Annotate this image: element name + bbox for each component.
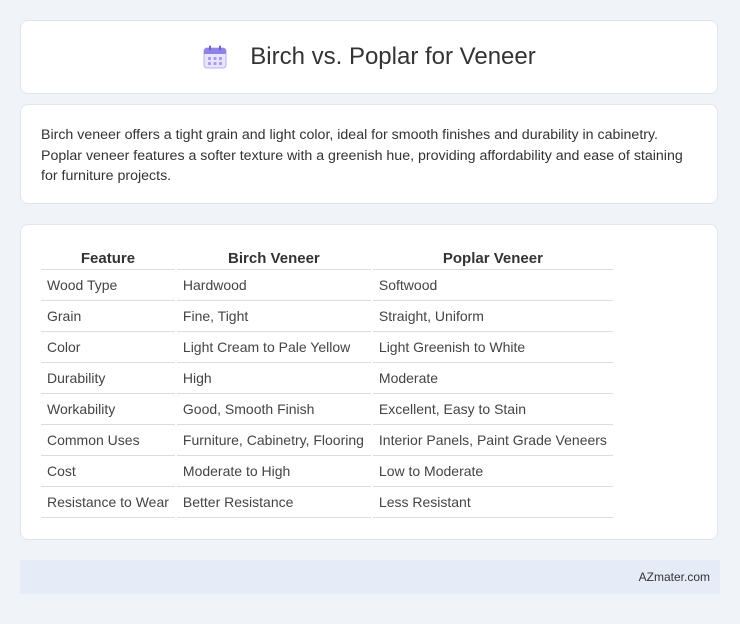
title-card: Birch vs. Poplar for Veneer bbox=[20, 20, 718, 94]
table-row: Durability High Moderate bbox=[41, 363, 613, 394]
summary-text: Birch veneer offers a tight grain and li… bbox=[41, 127, 683, 184]
poplar-cell: Less Resistant bbox=[372, 487, 613, 518]
column-header-birch: Birch Veneer bbox=[176, 245, 371, 270]
birch-cell: Fine, Tight bbox=[176, 301, 371, 332]
birch-cell: Furniture, Cabinetry, Flooring bbox=[176, 425, 371, 456]
page-title: Birch vs. Poplar for Veneer bbox=[250, 43, 536, 70]
footer-bar: AZmater.com bbox=[20, 560, 720, 594]
poplar-cell: Light Greenish to White bbox=[372, 332, 613, 363]
feature-cell: Resistance to Wear bbox=[41, 487, 175, 518]
feature-cell: Color bbox=[41, 332, 175, 363]
column-header-feature: Feature bbox=[41, 245, 175, 270]
comparison-table: Feature Birch Veneer Poplar Veneer Wood … bbox=[39, 245, 615, 518]
poplar-cell: Interior Panels, Paint Grade Veneers bbox=[372, 425, 613, 456]
table-row: Common Uses Furniture, Cabinetry, Floori… bbox=[41, 425, 613, 456]
feature-cell: Common Uses bbox=[41, 425, 175, 456]
footer-site-label: AZmater.com bbox=[638, 570, 710, 584]
comparison-card: Feature Birch Veneer Poplar Veneer Wood … bbox=[20, 224, 718, 540]
poplar-cell: Moderate bbox=[372, 363, 613, 394]
summary-card: Birch veneer offers a tight grain and li… bbox=[20, 104, 718, 204]
table-header-row: Feature Birch Veneer Poplar Veneer bbox=[41, 245, 613, 270]
feature-cell: Wood Type bbox=[41, 270, 175, 301]
table-row: Cost Moderate to High Low to Moderate bbox=[41, 456, 613, 487]
birch-cell: Better Resistance bbox=[176, 487, 371, 518]
table-row: Resistance to Wear Better Resistance Les… bbox=[41, 487, 613, 518]
calendar-icon bbox=[203, 45, 227, 69]
birch-cell: Moderate to High bbox=[176, 456, 371, 487]
table-row: Workability Good, Smooth Finish Excellen… bbox=[41, 394, 613, 425]
birch-cell: Good, Smooth Finish bbox=[176, 394, 371, 425]
table-row: Color Light Cream to Pale Yellow Light G… bbox=[41, 332, 613, 363]
feature-cell: Durability bbox=[41, 363, 175, 394]
birch-cell: Light Cream to Pale Yellow bbox=[176, 332, 371, 363]
feature-cell: Grain bbox=[41, 301, 175, 332]
feature-cell: Cost bbox=[41, 456, 175, 487]
poplar-cell: Straight, Uniform bbox=[372, 301, 613, 332]
table-row: Grain Fine, Tight Straight, Uniform bbox=[41, 301, 613, 332]
poplar-cell: Softwood bbox=[372, 270, 613, 301]
feature-cell: Workability bbox=[41, 394, 175, 425]
poplar-cell: Excellent, Easy to Stain bbox=[372, 394, 613, 425]
birch-cell: Hardwood bbox=[176, 270, 371, 301]
title-wrap: Birch vs. Poplar for Veneer bbox=[202, 43, 536, 71]
birch-cell: High bbox=[176, 363, 371, 394]
poplar-cell: Low to Moderate bbox=[372, 456, 613, 487]
table-row: Wood Type Hardwood Softwood bbox=[41, 270, 613, 301]
column-header-poplar: Poplar Veneer bbox=[372, 245, 613, 270]
